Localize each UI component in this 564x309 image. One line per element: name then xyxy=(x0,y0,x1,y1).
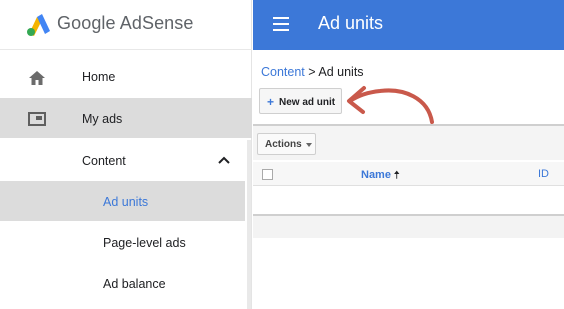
sidebar-item-label: My ads xyxy=(82,112,123,126)
actions-dropdown[interactable]: Actions xyxy=(257,133,316,155)
chevron-up-icon[interactable] xyxy=(217,155,231,165)
page-title: Ad units xyxy=(318,13,384,33)
actions-label: Actions xyxy=(265,139,302,150)
breadcrumb-separator: > xyxy=(308,65,316,79)
adsense-logo-icon xyxy=(27,14,50,36)
sidebar-subitem-label: Page-level ads xyxy=(103,236,186,250)
ad-unit-icon xyxy=(28,112,46,126)
sidebar-scrollbar[interactable] xyxy=(247,140,251,309)
breadcrumb: Content > Ad units xyxy=(261,65,364,79)
table-toolbar: Actions xyxy=(253,126,564,160)
table-footer xyxy=(253,216,564,238)
sidebar-subitem-ad-units[interactable]: Ad units xyxy=(0,181,245,221)
sidebar-item-label: Content xyxy=(82,154,126,168)
sidebar-item-my-ads[interactable]: My ads xyxy=(0,98,252,138)
plus-icon: + xyxy=(267,95,275,109)
table-body xyxy=(253,186,564,214)
sidebar-subitem-page-level-ads[interactable]: Page-level ads xyxy=(0,222,245,262)
new-ad-unit-label: New ad unit xyxy=(279,97,336,108)
sidebar-subitem-label: Ad units xyxy=(103,195,149,209)
column-header-name[interactable]: Name 🠡 xyxy=(361,168,399,185)
hamburger-icon[interactable] xyxy=(273,17,289,31)
sort-ascending-icon: 🠡 xyxy=(393,170,400,181)
sidebar: Google AdSense Home My ads Content Ad un… xyxy=(0,0,252,309)
breadcrumb-link-content[interactable]: Content xyxy=(261,65,305,79)
table-header: Name 🠡 ID xyxy=(253,162,564,186)
sidebar-item-content[interactable]: Content xyxy=(0,140,252,180)
sidebar-subitem-label: Ad balance xyxy=(103,277,166,291)
header-bar: Ad units xyxy=(253,0,564,50)
logo[interactable]: Google AdSense xyxy=(0,0,252,50)
new-ad-unit-button[interactable]: + New ad unit xyxy=(259,88,342,114)
sidebar-item-label: Home xyxy=(82,70,116,84)
column-header-id[interactable]: ID xyxy=(538,168,549,180)
sidebar-subitem-ad-balance[interactable]: Ad balance xyxy=(0,263,245,303)
sidebar-item-home[interactable]: Home xyxy=(0,58,252,98)
caret-down-icon xyxy=(306,143,312,147)
home-icon xyxy=(29,71,45,85)
breadcrumb-current: Ad units xyxy=(318,65,364,79)
select-all-checkbox[interactable] xyxy=(262,169,273,180)
logo-text: Google AdSense xyxy=(57,13,194,33)
